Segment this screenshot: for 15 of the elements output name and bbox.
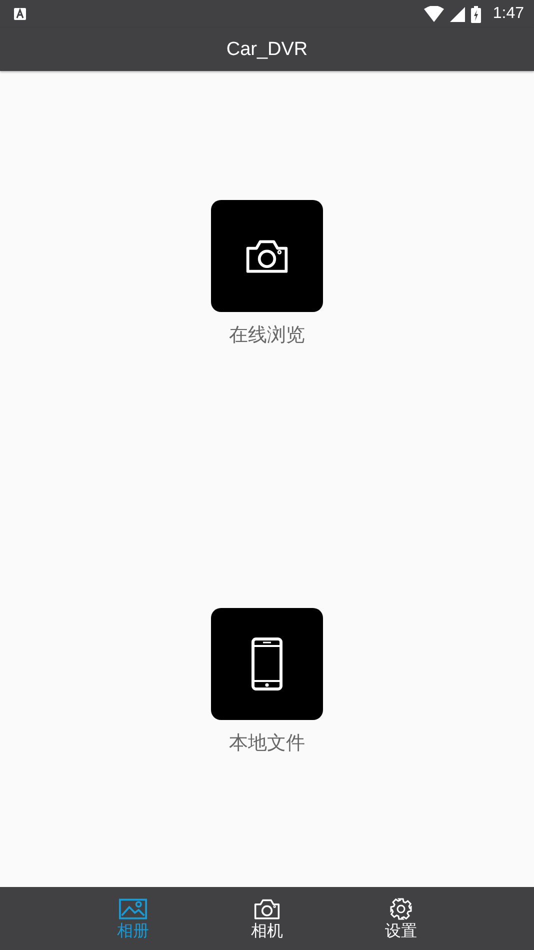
smartphone-icon: [251, 637, 283, 691]
local-files-button[interactable]: [211, 608, 323, 720]
online-browse-button[interactable]: [211, 200, 323, 312]
app-title: Car_DVR: [226, 38, 308, 60]
clock-time: 1:47: [492, 5, 524, 23]
nav-tab[interactable]: 设置: [334, 887, 468, 950]
wifi-icon: [424, 6, 444, 22]
battery-icon: [470, 6, 481, 22]
camera-icon: [253, 897, 281, 922]
signal-icon: [450, 6, 465, 22]
nav-tab[interactable]: 相机: [200, 887, 334, 950]
tile-label: 本地文件: [229, 731, 305, 756]
tile-label: 在线浏览: [229, 323, 305, 348]
notification-icon: [14, 8, 26, 20]
picture-icon: [119, 897, 147, 922]
